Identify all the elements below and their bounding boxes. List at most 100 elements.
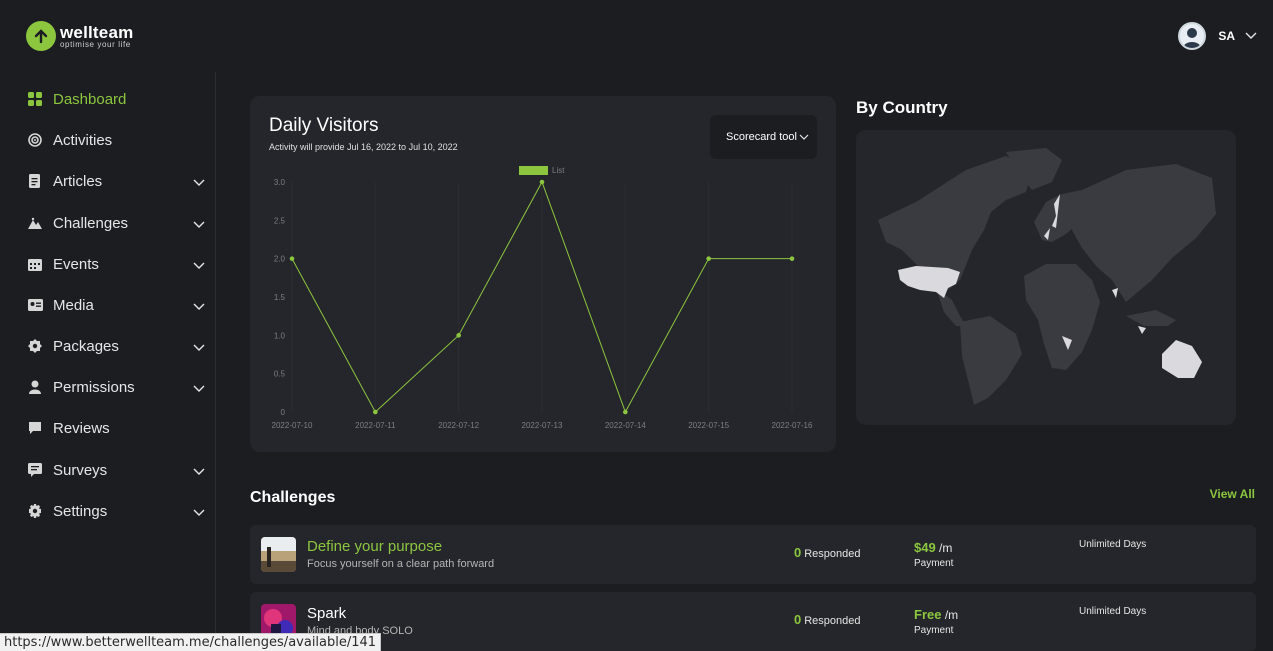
responded-count: 0 Responded [794, 545, 861, 560]
challenge-duration: Unlimited Days [1079, 539, 1147, 550]
x-tick-label: 2022-07-11 [355, 421, 396, 430]
sidebar-item-label: Settings [53, 502, 108, 520]
sidebar-item-label: Permissions [53, 378, 135, 396]
user-initials: SA [1218, 29, 1235, 43]
top-bar: wellteam optimise your life SA [0, 0, 1273, 72]
sidebar-item-label: Reviews [53, 419, 110, 437]
y-tick-label: 0.5 [274, 370, 286, 379]
data-point [623, 409, 628, 415]
sidebar-item-surveys[interactable]: Surveys [27, 458, 205, 482]
challenge-price: $49 /m [914, 540, 953, 555]
sidebar-item-label: Articles [53, 172, 103, 190]
x-tick-label: 2022-07-14 [605, 421, 646, 430]
chevron-down-icon [193, 298, 205, 315]
challenge-title[interactable]: Spark [307, 605, 346, 622]
gear-icon [27, 503, 43, 519]
sidebar-item-events[interactable]: Events [27, 252, 205, 276]
badge-icon [27, 338, 43, 354]
chevron-down-icon [193, 257, 205, 274]
sidebar-item-dashboard[interactable]: Dashboard [27, 87, 205, 111]
sidebar-item-packages[interactable]: Packages [27, 334, 205, 358]
data-point [789, 256, 795, 261]
daily-visitors-card: 0 0.5 1.0 1.5 2.0 2.5 3.0 2022-07-10 2022-07-11 2… [250, 96, 836, 452]
chevron-down-icon [193, 463, 205, 480]
chevron-down-icon[interactable] [1245, 27, 1257, 45]
brand-name: wellteam [60, 22, 134, 42]
sidebar-item-media[interactable]: Media [27, 293, 205, 317]
challenge-duration: Unlimited Days [1079, 606, 1147, 617]
document-icon [27, 173, 43, 189]
dropdown-label: Scorecard tool [726, 131, 797, 143]
view-all-link[interactable]: View All [1210, 487, 1255, 501]
sidebar-item-label: Packages [53, 337, 119, 355]
chevron-down-icon [799, 132, 809, 144]
data-point [289, 256, 295, 261]
arrow-up-icon [26, 21, 56, 51]
sidebar-item-articles[interactable]: Articles [27, 169, 205, 193]
chevron-down-icon [193, 339, 205, 356]
card-subtitle: Activity will provide Jul 16, 2022 to Ju… [269, 142, 458, 152]
brand-tagline: optimise your life [60, 39, 131, 49]
sidebar-item-activities[interactable]: Activities [27, 128, 205, 152]
sidebar-item-label: Activities [53, 131, 113, 149]
survey-icon [27, 462, 43, 478]
data-point [539, 179, 545, 185]
brand-logo[interactable]: wellteam optimise your life [26, 21, 133, 51]
sidebar-item-label: Surveys [53, 461, 108, 479]
sidebar-item-challenges[interactable]: Challenges [27, 211, 205, 235]
data-point [456, 333, 461, 338]
price-label: Payment [914, 625, 954, 636]
card-title: Daily Visitors [269, 115, 379, 136]
responded-count: 0 Responded [794, 612, 861, 627]
avatar[interactable] [1178, 22, 1207, 50]
sidebar-item-label: Events [53, 255, 99, 273]
user-menu[interactable]: SA [1178, 22, 1257, 50]
x-tick-label: 2022-07-10 [272, 421, 313, 430]
sidebar-item-settings[interactable]: Settings [27, 499, 205, 523]
sidebar-item-permissions[interactable]: Permissions [27, 375, 205, 399]
y-tick-label: 1.0 [274, 331, 286, 340]
mountain-icon [27, 215, 43, 231]
sidebar-item-reviews[interactable]: Reviews [27, 416, 205, 440]
data-point [706, 256, 711, 261]
id-card-icon [27, 297, 43, 313]
y-tick-label: 2.5 [274, 216, 286, 225]
person-icon [27, 379, 43, 395]
world-map-graphic [878, 148, 1216, 405]
chevron-down-icon [193, 504, 205, 521]
y-tick-label: 0 [281, 408, 286, 417]
challenge-row[interactable]: Define your purpose Focus yourself on a … [250, 525, 1256, 584]
sidebar-item-label: Dashboard [53, 90, 127, 108]
challenges-title: Challenges [250, 489, 336, 506]
price-label: Payment [914, 558, 954, 569]
y-tick-label: 1.5 [274, 293, 286, 302]
sidebar-item-label: Media [53, 296, 94, 314]
comment-icon [27, 420, 43, 436]
data-point [373, 409, 378, 415]
legend-label: List [552, 166, 565, 175]
chevron-down-icon [193, 380, 205, 397]
x-tick-label: 2022-07-15 [688, 421, 729, 430]
by-country-title: By Country [856, 98, 948, 117]
challenge-row[interactable]: Spark Mind and body SOLO 0 Responded Free… [250, 592, 1256, 651]
calendar-icon [27, 256, 43, 272]
challenge-thumbnail [261, 537, 296, 572]
challenge-title[interactable]: Define your purpose [307, 538, 442, 555]
chevron-down-icon [193, 174, 205, 191]
target-icon [27, 132, 43, 148]
y-tick-label: 2.0 [274, 255, 286, 264]
sidebar-item-label: Challenges [53, 214, 129, 232]
legend-swatch [519, 166, 548, 175]
status-url: https://www.betterwellteam.me/challenges… [0, 633, 382, 651]
scorecard-dropdown[interactable]: Scorecard tool [710, 115, 817, 159]
y-tick-label: 3.0 [274, 178, 286, 187]
x-tick-label: 2022-07-12 [438, 421, 479, 430]
world-map [856, 130, 1236, 425]
grid-icon [27, 91, 43, 107]
challenge-subtitle: Focus yourself on a clear path forward [307, 558, 495, 570]
x-tick-label: 2022-07-16 [772, 421, 813, 430]
challenge-price: Free /m [914, 607, 959, 622]
x-tick-label: 2022-07-13 [522, 421, 563, 430]
sidebar: Dashboard Activities Articles Challenges Eve… [0, 72, 216, 651]
chevron-down-icon [193, 216, 205, 233]
